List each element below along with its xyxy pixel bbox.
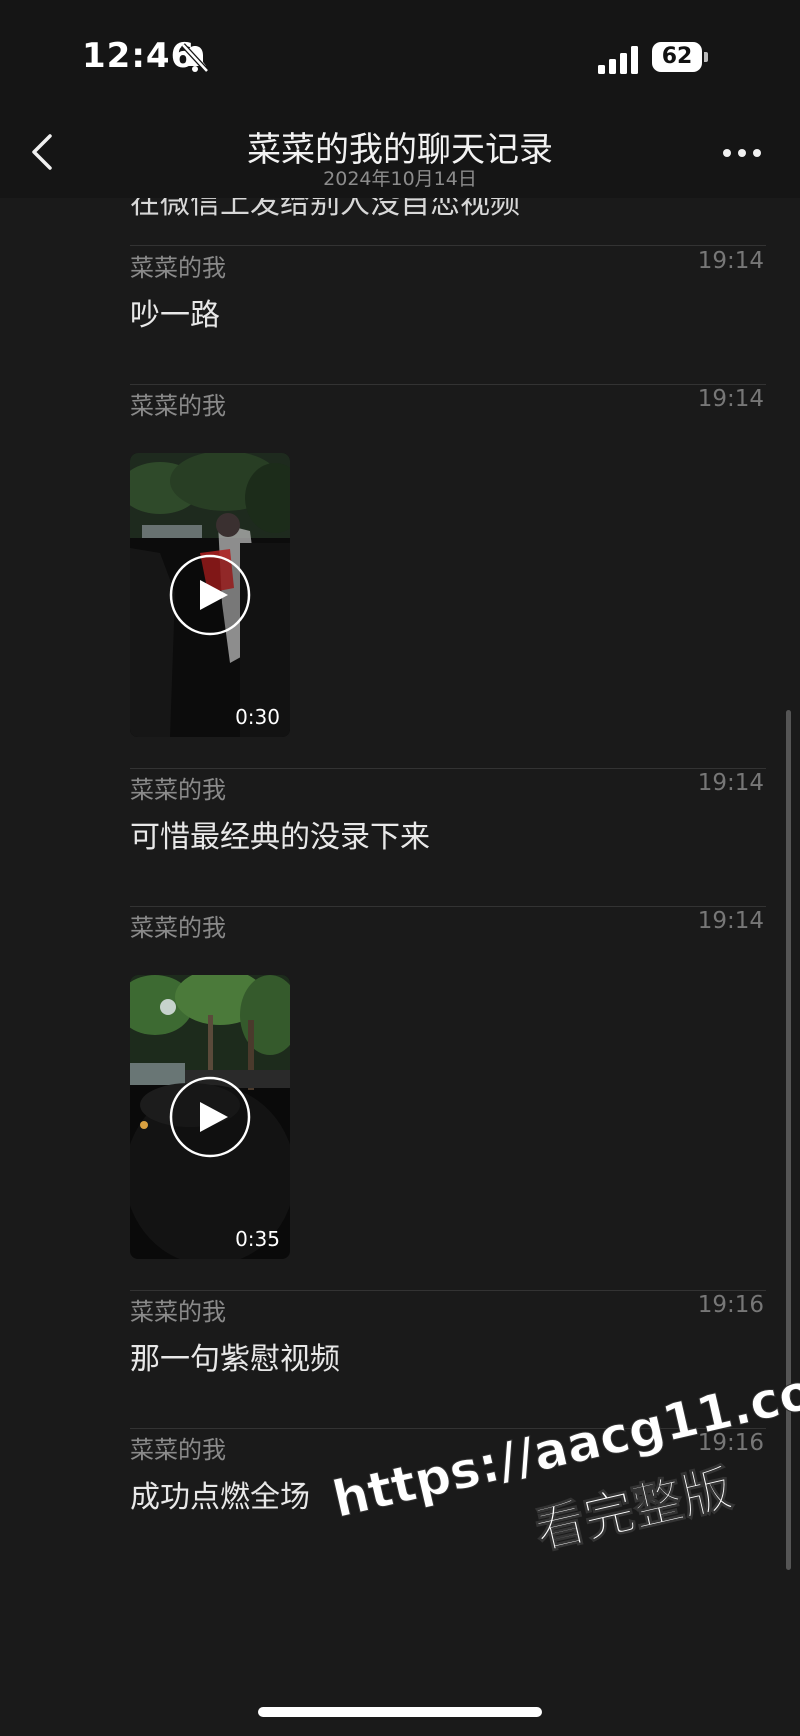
page-subtitle-date: 2024年10月14日 bbox=[323, 168, 477, 190]
cellular-signal-icon bbox=[598, 46, 638, 74]
message-text: 那一句紫慰视频 bbox=[130, 1342, 340, 1377]
nav-bar: 菜菜的我的聊天记录 2024年10月14日 bbox=[0, 100, 800, 198]
more-dots-icon[interactable] bbox=[722, 148, 762, 158]
message-time: 19:14 bbox=[697, 908, 764, 934]
divider bbox=[130, 384, 766, 385]
message-sender: 菜菜的我 bbox=[130, 1298, 226, 1326]
divider bbox=[130, 768, 766, 769]
video-duration: 0:30 bbox=[235, 705, 280, 729]
message-sender: 菜菜的我 bbox=[130, 254, 226, 282]
video-thumbnail[interactable]: 0:35 bbox=[130, 975, 290, 1259]
divider bbox=[130, 245, 766, 246]
play-icon bbox=[169, 1076, 251, 1158]
message-text: 可惜最经典的没录下来 bbox=[130, 820, 430, 855]
video-duration: 0:35 bbox=[235, 1227, 280, 1251]
divider bbox=[130, 906, 766, 907]
message-sender: 菜菜的我 bbox=[130, 1436, 226, 1464]
message-sender: 菜菜的我 bbox=[130, 392, 226, 420]
message-text: 成功点燃全场 bbox=[130, 1480, 310, 1515]
message-sender: 菜菜的我 bbox=[130, 914, 226, 942]
message-time: 19:14 bbox=[697, 248, 764, 274]
status-time: 12:46 bbox=[82, 36, 196, 76]
partial-message-text: 在微信上发给别人没自恋视频 bbox=[130, 198, 520, 221]
message-text: 吵一路 bbox=[130, 298, 220, 333]
play-icon bbox=[169, 554, 251, 636]
home-indicator[interactable] bbox=[258, 1707, 542, 1717]
battery-level: 62 bbox=[661, 44, 693, 69]
message-time: 19:14 bbox=[697, 770, 764, 796]
battery-indicator: 62 bbox=[652, 42, 708, 74]
bell-slash-icon bbox=[181, 43, 209, 73]
video-thumbnail[interactable]: 0:30 bbox=[130, 453, 290, 737]
message-sender: 菜菜的我 bbox=[130, 776, 226, 804]
status-bar: 12:46 62 bbox=[0, 0, 800, 100]
divider bbox=[130, 1290, 766, 1291]
message-time: 19:14 bbox=[697, 386, 764, 412]
